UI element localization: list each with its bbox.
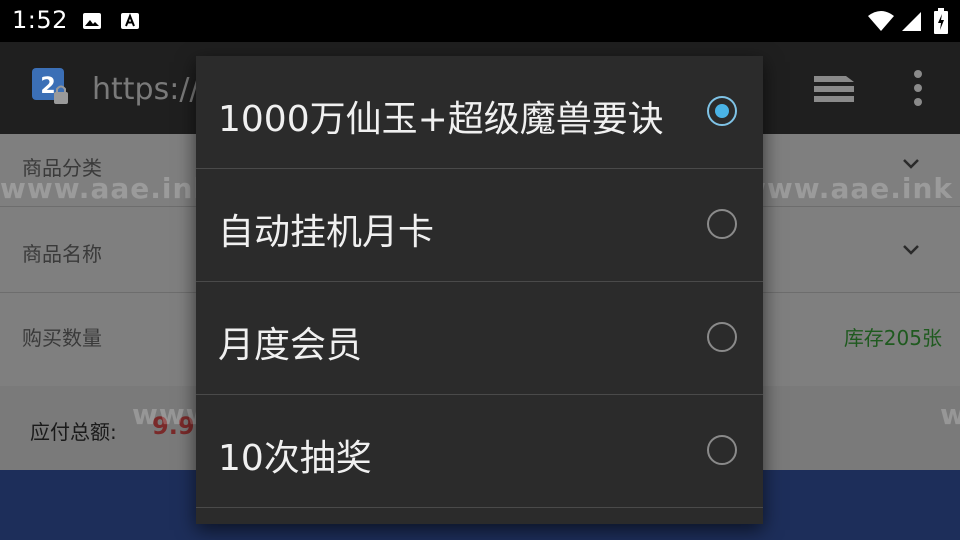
radio-selected[interactable] [707, 96, 737, 126]
svg-text:2: 2 [40, 74, 55, 99]
quantity-label: 购买数量 [22, 326, 102, 350]
product-select-dialog: 1000万仙玉+超级魔兽要诀 自动挂机月卡 月度会员 10次抽奖 [196, 56, 763, 524]
signal-icon [902, 12, 921, 31]
option-label: 1000万仙玉+超级魔兽要诀 [218, 99, 664, 140]
radio-unselected[interactable] [707, 322, 737, 352]
stock-count: 库存205张 [843, 326, 942, 350]
watermark: www.aae.ink [740, 172, 954, 205]
option-item-3[interactable]: 月度会员 [196, 282, 763, 394]
status-bar: 1:52 [0, 0, 960, 42]
chevron-down-icon[interactable] [902, 158, 920, 170]
option-label: 10次抽奖 [218, 438, 372, 479]
image-notification-icon [83, 13, 101, 29]
app-notification-icon [121, 13, 139, 29]
radio-unselected[interactable] [707, 435, 737, 465]
radio-unselected[interactable] [707, 209, 737, 239]
site-favicon-icon: 2 [32, 68, 68, 104]
product-name-label: 商品名称 [22, 242, 102, 266]
option-item-2[interactable]: 自动挂机月卡 [196, 169, 763, 281]
status-time: 1:52 [12, 6, 68, 34]
battery-icon [934, 8, 948, 34]
option-label: 自动挂机月卡 [218, 212, 435, 253]
tabs-switcher-icon[interactable] [812, 72, 856, 106]
watermark: www.aae.ink [0, 172, 214, 205]
wifi-icon [868, 11, 894, 31]
total-label: 应付总额: [30, 420, 117, 444]
option-item-4[interactable]: 10次抽奖 [196, 395, 763, 507]
url-bar[interactable]: https:// [92, 72, 200, 107]
watermark: www.aae.ink [940, 398, 960, 431]
divider [196, 507, 763, 508]
option-label: 月度会员 [218, 325, 363, 366]
chevron-down-icon[interactable] [902, 244, 920, 256]
option-item-1[interactable]: 1000万仙玉+超级魔兽要诀 [196, 56, 763, 168]
more-options-icon[interactable] [910, 68, 926, 108]
